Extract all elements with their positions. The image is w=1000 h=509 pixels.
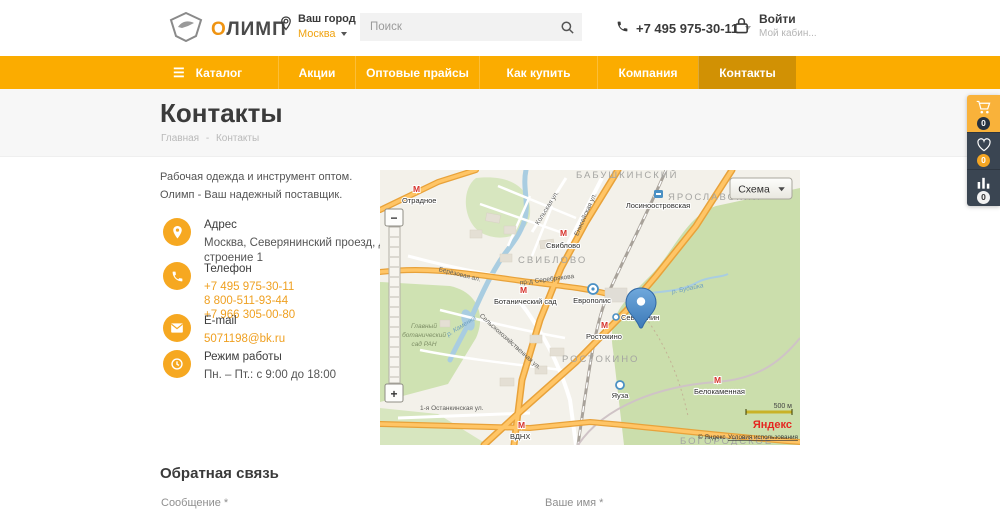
chevron-down-icon — [341, 32, 347, 36]
email-link[interactable]: 5071198@bk.ru — [204, 332, 285, 346]
nav-item-how-to-buy[interactable]: Как купить — [479, 56, 597, 89]
map-metro-belokamennaya: Белокаменная — [694, 387, 745, 396]
header: ОЛИМП Ваш город Москва +7 495 975-30-11 … — [0, 0, 1000, 56]
bar-chart-icon — [976, 175, 991, 189]
search-icon[interactable] — [552, 13, 582, 41]
phone-icon — [616, 20, 629, 36]
map-district-babushkinsky: БАБУШКИНСКИЙ — [576, 170, 678, 181]
breadcrumb-separator: - — [206, 133, 209, 144]
intro-text: Рабочая одежда и инструмент оптом. Олимп… — [160, 168, 378, 204]
contact-address: Адрес Москва, Северянинский проезд, дом … — [163, 218, 412, 267]
metro-icon-botsad: М — [520, 285, 527, 295]
feedback-title: Обратная связь — [160, 465, 279, 482]
nav-item-contacts[interactable]: Контакты — [698, 56, 796, 89]
nav-item-pricelists[interactable]: Оптовые прайсы — [355, 56, 479, 89]
zoom-in-label: + — [390, 387, 397, 401]
compare-count-badge: 0 — [977, 191, 990, 204]
search-bar — [360, 13, 582, 41]
login-title: Войти — [759, 12, 817, 26]
email-title: E-mail — [204, 314, 285, 330]
nav-item-promos[interactable]: Акции — [278, 56, 355, 89]
breadcrumb-current: Контакты — [216, 133, 259, 144]
favorites-count-badge: 0 — [977, 154, 990, 167]
phone-link-2[interactable]: 8 800-511-93-44 — [204, 294, 295, 308]
metro-icon-rostokino: М — [601, 320, 608, 330]
metro-icon-otradnoe: М — [413, 184, 420, 194]
logo-shield-icon — [168, 12, 204, 47]
map-copyright: © Яндекс — [698, 433, 726, 441]
cart-icon — [975, 100, 992, 115]
login-subtitle: Мой кабин... — [759, 28, 817, 39]
phone-link-1[interactable]: +7 495 975-30-11 — [204, 280, 295, 294]
lock-icon — [733, 16, 750, 40]
breadcrumb-home[interactable]: Главная — [161, 133, 199, 144]
cart-widget[interactable]: 0 — [967, 95, 1000, 132]
map-district-sviblovo: СВИБЛОВО — [518, 255, 587, 266]
logo[interactable]: ОЛИМП — [168, 12, 287, 47]
nav-item-catalog[interactable]: ☰ Каталог — [160, 56, 278, 89]
city-value[interactable]: Москва — [298, 28, 356, 40]
email-icon — [163, 314, 191, 342]
map-rail-yauza: Яуза — [612, 391, 630, 400]
location-pin-icon — [280, 16, 292, 40]
map-park-label-3: сад РАН — [411, 340, 436, 348]
address-pin-icon — [163, 218, 191, 246]
rail-icon-yauza — [616, 381, 624, 389]
map-park-label-2: ботанический — [402, 331, 446, 339]
cart-count-badge: 0 — [977, 117, 990, 130]
phone-circle-icon — [163, 262, 191, 290]
map-metro-sviblovo: Свиблово — [546, 241, 580, 250]
feedback-name-label: Ваше имя * — [545, 497, 603, 509]
map-view-button[interactable]: Схема — [730, 178, 792, 199]
map-scale-label: 500 м — [774, 403, 793, 410]
login[interactable]: Войти Мой кабин... — [733, 12, 817, 40]
main-nav: ☰ Каталог Акции Оптовые прайсы Как купит… — [0, 56, 1000, 89]
map-metro-botsad: Ботанический сад — [494, 297, 557, 306]
map-metro-vdnh: ВДНХ — [510, 432, 530, 441]
metro-icon-sviblovo: М — [560, 228, 567, 238]
map-view-label: Схема — [738, 184, 770, 196]
map-rail-losinoostrovskaya: Лосиноостровская — [626, 201, 690, 210]
compare-widget[interactable]: 0 — [967, 169, 1000, 206]
logo-text: ОЛИМП — [211, 19, 287, 41]
zoom-slider[interactable] — [389, 227, 400, 383]
contact-email: E-mail 5071198@bk.ru — [163, 314, 285, 346]
breadcrumb: Главная - Контакты — [161, 133, 263, 144]
header-phone[interactable]: +7 495 975-30-11 — [616, 20, 751, 36]
favorites-widget[interactable]: 0 — [967, 132, 1000, 169]
metro-icon-belokamennaya: М — [714, 375, 721, 385]
phones-title: Телефон — [204, 262, 295, 278]
city-selector: Ваш город Москва — [280, 13, 356, 40]
map-metro-otradnoe: Отрадное — [402, 196, 436, 205]
title-band: Контакты Главная - Контакты — [0, 89, 1000, 157]
contact-hours: Режим работы Пн. – Пт.: с 9:00 до 18:00 — [163, 350, 336, 383]
hours-value: Пн. – Пт.: с 9:00 до 18:00 — [204, 368, 336, 384]
nav-item-company[interactable]: Компания — [597, 56, 698, 89]
map-street-ostankinskaya: 1-я Останкинская ул. — [420, 405, 484, 412]
map-mall-evropolis: Европолис — [573, 296, 611, 305]
city-label: Ваш город — [298, 13, 356, 25]
side-widget-panel: 0 0 0 — [967, 95, 1000, 206]
menu-icon: ☰ — [173, 66, 185, 79]
yandex-logo[interactable]: Яндекс — [753, 419, 792, 431]
heart-icon — [976, 138, 992, 152]
clock-icon — [163, 350, 191, 378]
map-district-rostokino: РОСТОКИНО — [562, 354, 639, 365]
metro-icon-vdnh: М — [518, 420, 525, 430]
page-title: Контакты — [160, 98, 283, 129]
map-terms-link[interactable]: Условия использования — [728, 434, 798, 441]
rail-icon-severyanin — [613, 314, 619, 320]
zoom-out-label: − — [390, 211, 397, 225]
hours-title: Режим работы — [204, 350, 336, 366]
yandex-map[interactable]: БАБУШКИНСКИЙ ЯРОСЛАВСКИЙ СВИБЛОВО РОСТОК… — [380, 170, 800, 445]
feedback-message-label: Сообщение * — [161, 497, 228, 509]
map-park-label-1: Главный — [411, 322, 437, 330]
map-metro-rostokino: Ростокино — [586, 332, 622, 341]
search-input[interactable] — [360, 21, 552, 33]
